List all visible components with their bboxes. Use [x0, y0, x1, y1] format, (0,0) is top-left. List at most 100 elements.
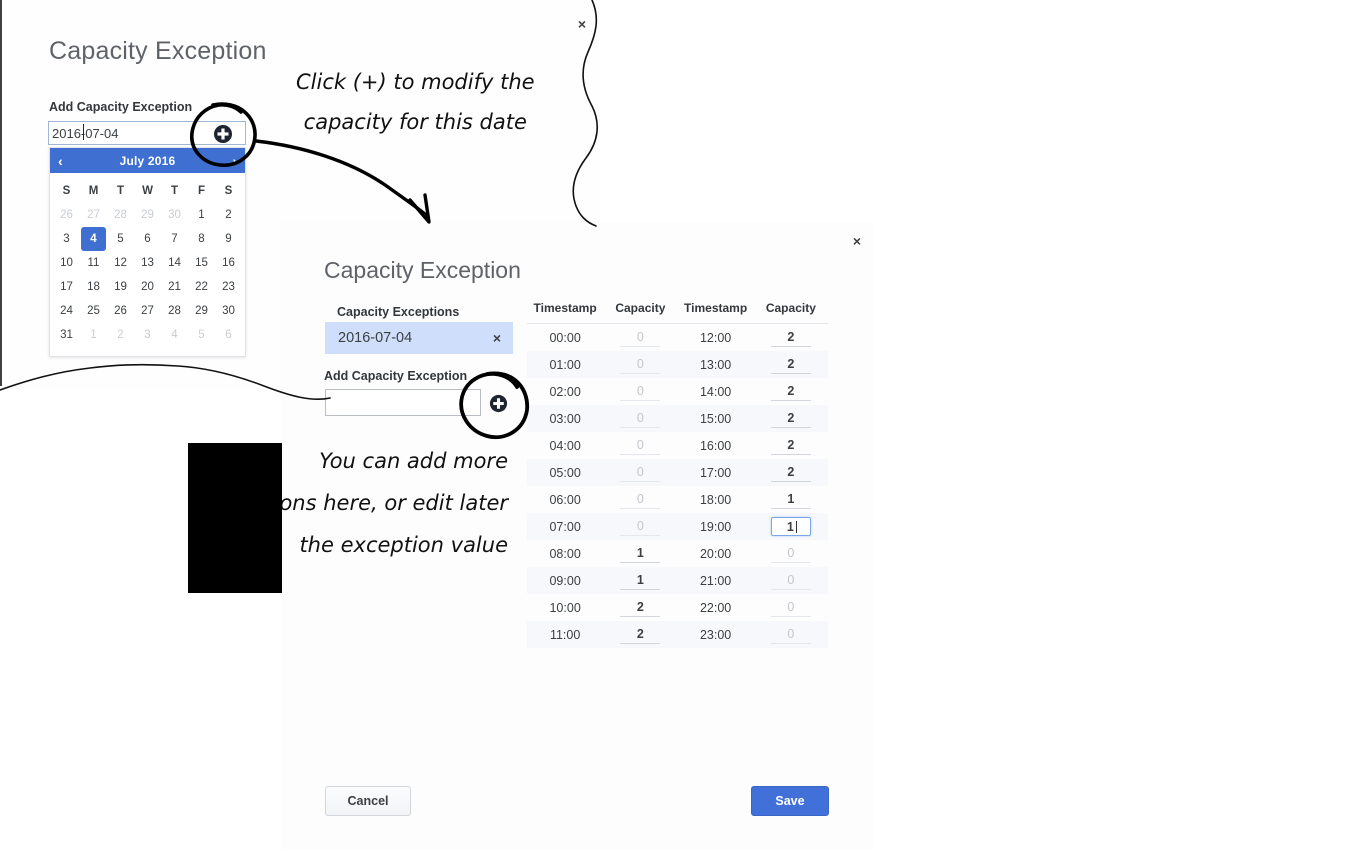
capacity-exception-chip[interactable]: 2016-07-04 × [325, 322, 513, 354]
datepicker-day[interactable]: 16 [216, 251, 241, 275]
table-row: 09:00 1 21:00 0 [527, 567, 828, 594]
table-row: 05:00 0 17:00 2 [527, 459, 828, 486]
capacity-input-right[interactable]: 2 [770, 355, 811, 374]
datepicker-week-row: 3456789 [53, 227, 242, 251]
table-row: 08:00 1 20:00 0 [527, 540, 828, 567]
datepicker-day[interactable]: 31 [54, 323, 79, 347]
capacity-input-right[interactable]: 2 [770, 409, 811, 428]
datepicker-day[interactable]: 27 [81, 203, 106, 227]
capacity-input-right[interactable]: 2 [770, 328, 811, 347]
datepicker-day[interactable]: 24 [54, 299, 79, 323]
datepicker-day[interactable]: 11 [81, 251, 106, 275]
datepicker-dow-1: M [88, 185, 99, 197]
datepicker-day[interactable]: 12 [108, 251, 133, 275]
table-row: 11:00 2 23:00 0 [527, 621, 828, 648]
datepicker-day[interactable]: 9 [216, 227, 241, 251]
datepicker-day[interactable]: 13 [135, 251, 160, 275]
datepicker-day[interactable]: 26 [108, 299, 133, 323]
save-button[interactable]: Save [751, 786, 829, 816]
next-month-icon[interactable]: › [232, 154, 237, 168]
capacity-input-right[interactable]: 2 [770, 382, 811, 401]
capacity-input-left[interactable]: 2 [620, 598, 661, 617]
datepicker-day[interactable]: 5 [189, 323, 214, 347]
cell-timestamp-right: 16:00 [699, 438, 732, 453]
capacity-input-left[interactable]: 0 [620, 328, 661, 347]
cell-timestamp-right: 18:00 [699, 492, 732, 507]
datepicker-day[interactable]: 6 [216, 323, 241, 347]
datepicker-day[interactable]: 1 [81, 323, 106, 347]
datepicker-dow-6: S [224, 185, 233, 197]
date-input-value: 2016-07-04 [52, 126, 119, 141]
capacity-input-left[interactable]: 0 [620, 463, 661, 482]
cancel-button[interactable]: Cancel [325, 786, 411, 816]
datepicker-day[interactable]: 3 [135, 323, 160, 347]
datepicker-day[interactable]: 30 [162, 203, 187, 227]
datepicker-day[interactable]: 7 [162, 227, 187, 251]
capacity-input-left[interactable]: 0 [620, 355, 661, 374]
capacity-input-right[interactable]: 2 [770, 436, 811, 455]
close-icon[interactable]: × [575, 17, 589, 31]
chip-remove-icon[interactable]: × [493, 330, 501, 346]
cell-timestamp-right: 14:00 [699, 384, 732, 399]
cell-timestamp-left: 05:00 [527, 459, 604, 486]
capacity-exceptions-label: Capacity Exceptions [337, 305, 460, 319]
datepicker-day[interactable]: 29 [189, 299, 214, 323]
datepicker-day[interactable]: 2 [108, 323, 133, 347]
capacity-input-left[interactable]: 1 [620, 544, 661, 563]
capacity-input-left[interactable]: 0 [620, 409, 661, 428]
datepicker-day[interactable]: 27 [135, 299, 160, 323]
datepicker-day[interactable]: 28 [162, 299, 187, 323]
datepicker-day[interactable]: 10 [54, 251, 79, 275]
capacity-input-left[interactable]: 1 [620, 571, 661, 590]
capacity-input-left[interactable]: 2 [620, 625, 661, 644]
datepicker-day[interactable]: 26 [54, 203, 79, 227]
datepicker-day[interactable]: 6 [135, 227, 160, 251]
capacity-input-left[interactable]: 0 [620, 517, 661, 536]
cell-timestamp-right: 22:00 [699, 600, 732, 615]
plus-circle-icon[interactable] [212, 123, 234, 145]
capacity-input-right[interactable]: 0 [770, 544, 811, 563]
datepicker-day[interactable]: 18 [81, 275, 106, 299]
datepicker-day[interactable]: 8 [189, 227, 214, 251]
annotation-note-1-line-1: Click (+) to modify the [296, 70, 535, 94]
datepicker-dow-3: W [142, 185, 153, 197]
datepicker-day[interactable]: 20 [135, 275, 160, 299]
datepicker-day[interactable]: 22 [189, 275, 214, 299]
capacity-input-right[interactable]: 0 [770, 625, 811, 644]
datepicker-day[interactable]: 1 [189, 203, 214, 227]
close-icon-secondary[interactable]: × [850, 234, 864, 248]
datepicker-day[interactable]: 14 [162, 251, 187, 275]
datepicker-day[interactable]: 21 [162, 275, 187, 299]
datepicker-day[interactable]: 28 [108, 203, 133, 227]
datepicker-day[interactable]: 5 [108, 227, 133, 251]
capacity-input-right[interactable]: 0 [770, 571, 811, 590]
datepicker-day[interactable]: 23 [216, 275, 241, 299]
redaction-box [188, 443, 282, 593]
add-capacity-exception-input[interactable] [325, 389, 481, 416]
datepicker-day[interactable]: 25 [81, 299, 106, 323]
capacity-input-left[interactable]: 0 [620, 436, 661, 455]
datepicker-day[interactable]: 29 [135, 203, 160, 227]
datepicker-day[interactable]: 30 [216, 299, 241, 323]
datepicker-popup[interactable]: ‹ July 2016 › S M T W T F S 26 27 28 29 30 1 2 3 4 5 6 7 8 9… [49, 147, 246, 357]
datepicker-day[interactable]: 3 [54, 227, 79, 251]
plus-circle-icon-secondary[interactable] [488, 393, 509, 414]
capacity-input-right[interactable]: 0 [770, 598, 811, 617]
cell-timestamp-left: 02:00 [549, 384, 581, 399]
page-title-secondary: Capacity Exception [324, 257, 521, 283]
prev-month-icon[interactable]: ‹ [58, 154, 63, 168]
datepicker-day[interactable]: 4 [81, 227, 106, 251]
datepicker-day[interactable]: 17 [54, 275, 79, 299]
datepicker-day[interactable]: 15 [189, 251, 214, 275]
text-caret [83, 124, 84, 140]
capacity-input-right[interactable]: 2 [770, 463, 811, 482]
datepicker-day[interactable]: 19 [108, 275, 133, 299]
capacity-input-left[interactable]: 0 [620, 490, 661, 509]
capacity-input-left[interactable]: 0 [620, 382, 661, 401]
capacity-input-right[interactable]: 1 [770, 490, 811, 509]
table-row: 01:00 0 13:00 2 [527, 351, 828, 378]
datepicker-day[interactable]: 2 [216, 203, 241, 227]
annotation-note-1: Click (+) to modify the capacity for thi… [296, 62, 535, 142]
capacity-input-right[interactable]: 1 [770, 517, 811, 536]
datepicker-day[interactable]: 4 [162, 323, 187, 347]
